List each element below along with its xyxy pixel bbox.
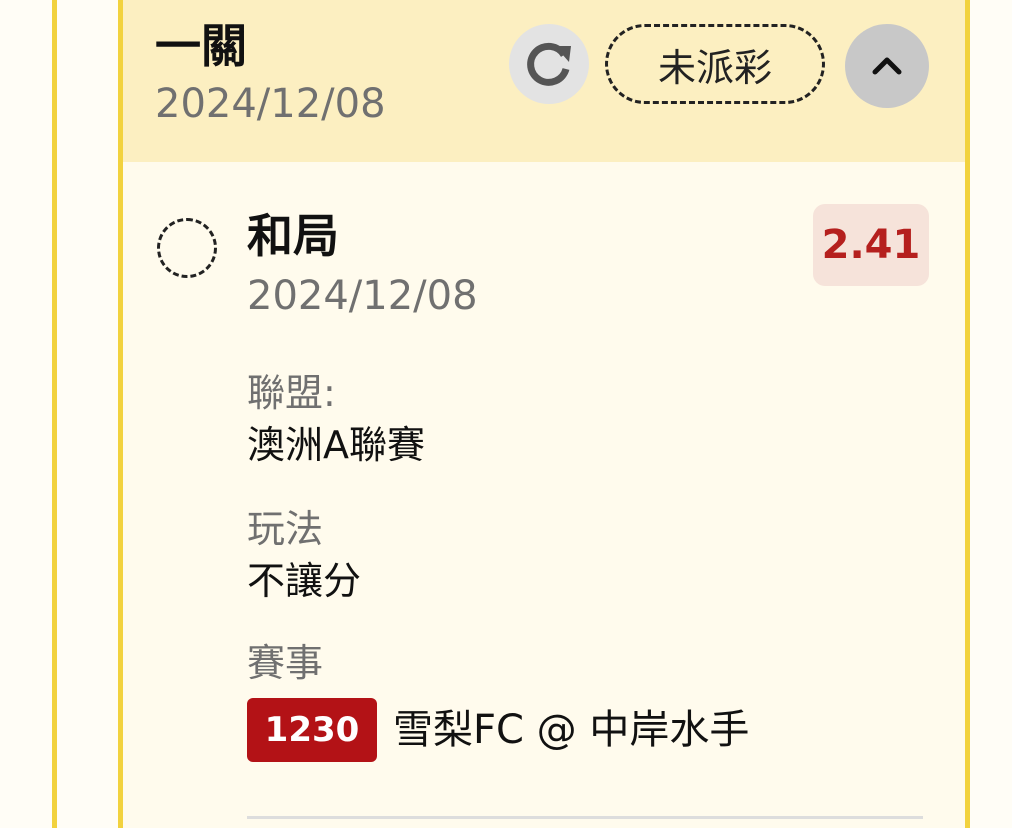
outer-border-line — [52, 0, 57, 828]
radio-unselected-icon[interactable] — [157, 218, 217, 278]
bet-card-header: 一關 2024/12/08 未派彩 — [123, 0, 965, 162]
bet-card: 一關 2024/12/08 未派彩 和局 2024/12/08 2.41 聯盟:… — [118, 0, 970, 828]
league-value: 澳洲A聯賽 — [247, 423, 425, 467]
divider — [247, 816, 923, 819]
chevron-up-icon — [872, 57, 902, 75]
collapse-button[interactable] — [845, 24, 929, 108]
refresh-button[interactable] — [509, 24, 589, 104]
match-name: 雪梨FC @ 中岸水手 — [393, 707, 750, 753]
league-label: 聯盟: — [247, 371, 336, 415]
page: 一關 2024/12/08 未派彩 和局 2024/12/08 2.41 聯盟:… — [0, 0, 1012, 828]
bet-type-value: 不讓分 — [247, 559, 362, 603]
bet-date: 2024/12/08 — [155, 81, 386, 127]
match-number-badge: 1230 — [247, 698, 377, 762]
odds-badge: 2.41 — [813, 204, 929, 286]
selection-date: 2024/12/08 — [247, 273, 478, 319]
selection-name: 和局 — [247, 209, 339, 263]
bet-type-label: 玩法 — [247, 507, 324, 551]
refresh-icon — [527, 42, 571, 86]
match-label: 賽事 — [247, 641, 324, 685]
bet-type-title: 一關 — [155, 19, 247, 73]
payout-status-badge: 未派彩 — [605, 24, 825, 104]
